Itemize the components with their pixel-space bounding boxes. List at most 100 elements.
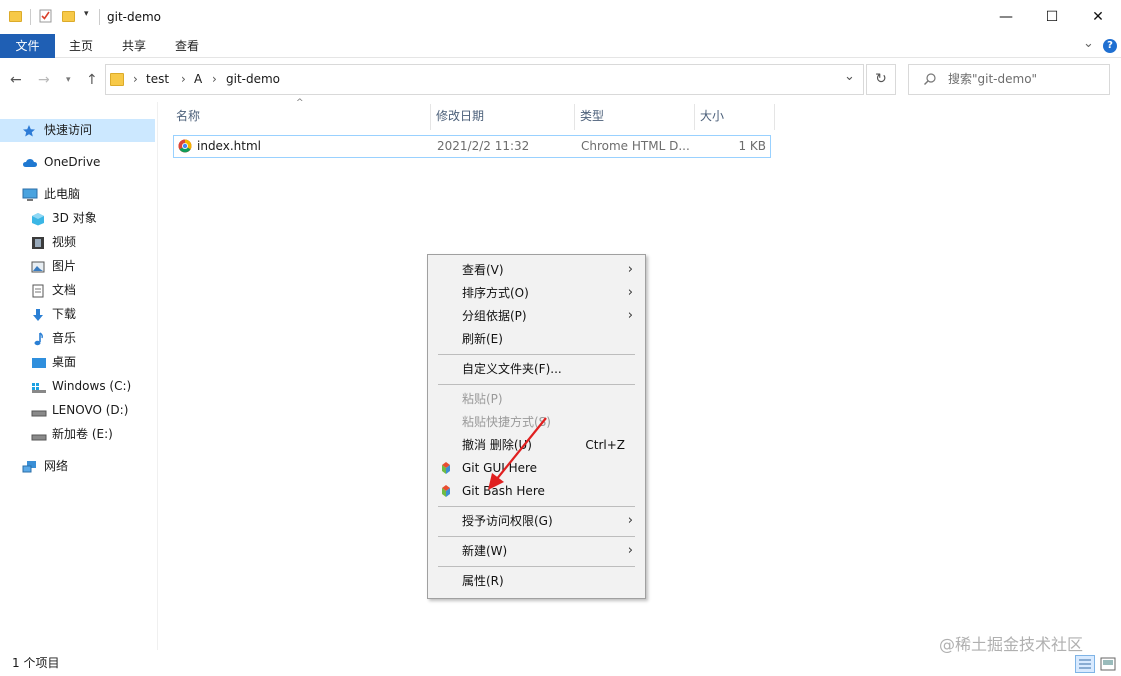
git-icon [438, 484, 454, 506]
title-bar: ▾ git-demo — ☐ ✕ [0, 0, 1121, 34]
file-type: Chrome HTML D... [581, 139, 690, 153]
maximize-button[interactable]: ☐ [1029, 0, 1075, 34]
menu-item-refresh[interactable]: 刷新(E) [428, 328, 645, 350]
sidebar-item-3d-objects[interactable]: 3D 对象 [0, 207, 155, 229]
tab-share[interactable]: 共享 [113, 34, 155, 58]
help-icon[interactable]: ? [1103, 39, 1117, 53]
sidebar-item-videos[interactable]: 视频 [0, 231, 155, 253]
sidebar-item-drive-d[interactable]: LENOVO (D:) [0, 399, 155, 421]
folder-icon[interactable] [9, 9, 23, 23]
menu-item-new[interactable]: 新建(W) › [428, 540, 645, 562]
tab-home[interactable]: 主页 [60, 34, 102, 58]
details-view-icon[interactable] [1075, 655, 1095, 673]
breadcrumb-git-demo[interactable]: git-demo [226, 65, 280, 94]
sidebar-item-documents[interactable]: 文档 [0, 279, 155, 301]
tab-file[interactable]: 文件 [0, 34, 55, 58]
new-folder-icon[interactable] [62, 9, 76, 23]
sidebar-item-quick-access[interactable]: 快速访问 [0, 119, 155, 141]
menu-item-label: 属性(R) [462, 574, 504, 588]
file-row[interactable]: index.html 2021/2/2 11:32 Chrome HTML D.… [173, 135, 771, 158]
column-header-size[interactable]: 大小 [696, 104, 774, 128]
submenu-arrow-icon: › [627, 285, 633, 300]
folder-icon [110, 72, 125, 87]
menu-item-sort-by[interactable]: 排序方式(O) › [428, 282, 645, 304]
sidebar-item-pictures[interactable]: 图片 [0, 255, 155, 277]
sidebar-item-drive-c[interactable]: Windows (C:) [0, 375, 155, 397]
large-icons-view-icon[interactable] [1100, 657, 1116, 671]
back-arrow-icon[interactable]: ← [10, 58, 22, 102]
recent-locations-icon[interactable]: ▾ [66, 58, 71, 102]
submenu-arrow-icon: › [627, 513, 633, 528]
menu-item-customize-folder[interactable]: 自定义文件夹(F)... [428, 358, 645, 380]
sidebar: 快速访问 OneDrive 此电脑 3D 对象 视频 图片 文档 下载 音乐 桌… [0, 110, 158, 650]
menu-separator [438, 506, 635, 507]
menu-item-view[interactable]: 查看(V) › [428, 259, 645, 281]
sidebar-item-label: 桌面 [52, 355, 77, 369]
properties-icon[interactable] [39, 9, 53, 23]
menu-item-label: 排序方式(O) [462, 286, 529, 300]
menu-item-properties[interactable]: 属性(R) [428, 570, 645, 592]
window-title: git-demo [107, 10, 162, 24]
divider [30, 9, 31, 25]
menu-item-give-access[interactable]: 授予访问权限(G) › [428, 510, 645, 532]
menu-separator [438, 384, 635, 385]
file-modified: 2021/2/2 11:32 [437, 139, 530, 153]
breadcrumb-a[interactable]: A [194, 65, 202, 94]
tab-view[interactable]: 查看 [166, 34, 208, 58]
ribbon-tabs: 文件 主页 共享 查看 ⌄ ? [0, 34, 1121, 58]
up-arrow-icon[interactable]: ↑ [86, 58, 98, 102]
minimize-button[interactable]: — [983, 0, 1029, 34]
column-divider[interactable] [774, 104, 775, 130]
menu-item-label: 分组依据(P) [462, 309, 527, 323]
star-icon [22, 123, 36, 137]
menu-item-label: 自定义文件夹(F)... [462, 362, 562, 376]
download-icon [31, 307, 45, 321]
file-size: 1 KB [738, 139, 766, 153]
annotation-arrow [488, 417, 547, 490]
sidebar-item-onedrive[interactable]: OneDrive [0, 151, 155, 173]
breadcrumb-separator[interactable]: › [133, 65, 138, 94]
picture-icon [31, 259, 45, 273]
drive-c-icon [31, 379, 46, 393]
column-header-name[interactable]: 名称 [172, 104, 430, 128]
forward-arrow-icon[interactable]: → [38, 58, 50, 102]
sidebar-item-network[interactable]: 网络 [0, 455, 155, 477]
menu-item-label: 刷新(E) [462, 332, 503, 346]
sidebar-item-label: OneDrive [44, 155, 101, 169]
sidebar-item-label: Windows (C:) [52, 379, 132, 393]
breadcrumb-test[interactable]: test [146, 65, 169, 94]
pane-divider[interactable] [157, 102, 158, 650]
column-header-type[interactable]: 类型 [576, 104, 694, 128]
navigation-row: ← → ▾ ↑ › test › A › git-demo ⌄ ↻ 搜索"git… [0, 58, 1121, 102]
address-bar[interactable]: › test › A › git-demo ⌄ [105, 64, 864, 95]
cube-icon [31, 211, 45, 226]
column-divider[interactable] [430, 104, 431, 130]
sidebar-item-label: 音乐 [52, 331, 77, 345]
sidebar-item-this-pc[interactable]: 此电脑 [0, 183, 155, 205]
breadcrumb-separator[interactable]: › [181, 65, 186, 94]
sidebar-item-desktop[interactable]: 桌面 [0, 351, 155, 373]
address-dropdown-icon[interactable]: ⌄ [844, 69, 855, 84]
sidebar-item-downloads[interactable]: 下载 [0, 303, 155, 325]
sidebar-item-label: 视频 [52, 235, 77, 249]
sidebar-item-music[interactable]: 音乐 [0, 327, 155, 349]
menu-item-group-by[interactable]: 分组依据(P) › [428, 305, 645, 327]
search-icon [923, 72, 937, 89]
column-divider[interactable] [694, 104, 695, 130]
customize-toolbar-icon[interactable]: ▾ [84, 9, 89, 19]
menu-item-label: 查看(V) [462, 263, 504, 277]
menu-item-paste: 粘贴(P) [428, 388, 645, 410]
menu-separator [438, 536, 635, 537]
search-box[interactable]: 搜索"git-demo" [908, 64, 1110, 95]
breadcrumb-separator[interactable]: › [212, 65, 217, 94]
chrome-icon [178, 139, 192, 153]
refresh-button[interactable]: ↻ [866, 64, 896, 95]
column-divider[interactable] [574, 104, 575, 130]
sidebar-item-drive-e[interactable]: 新加卷 (E:) [0, 423, 155, 445]
sidebar-item-label: LENOVO (D:) [52, 403, 129, 417]
menu-item-label: 粘贴(P) [462, 392, 503, 406]
collapse-ribbon-icon[interactable]: ⌄ [1083, 36, 1094, 51]
column-header-modified[interactable]: 修改日期 [432, 104, 574, 128]
video-icon [31, 235, 45, 249]
close-button[interactable]: ✕ [1075, 0, 1121, 34]
